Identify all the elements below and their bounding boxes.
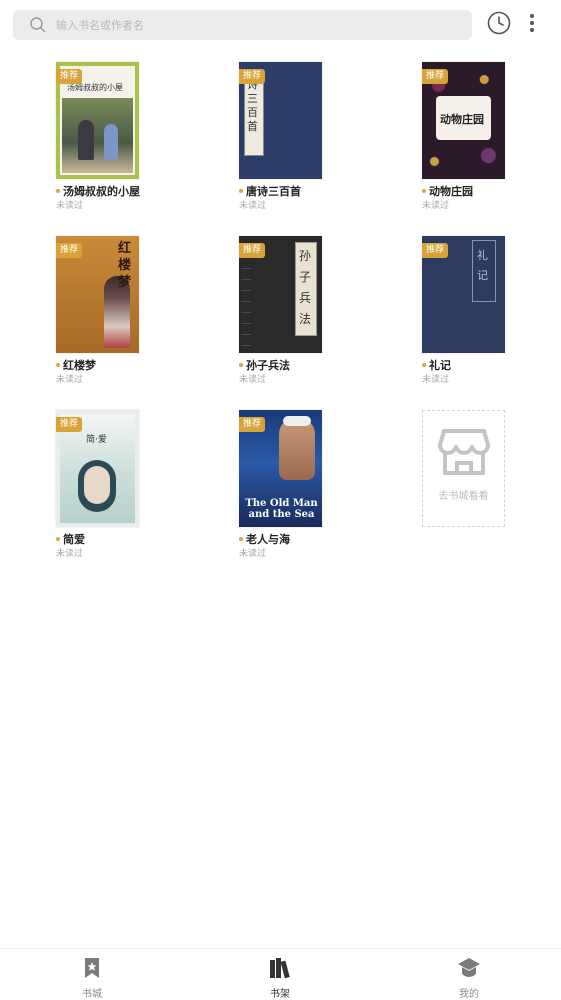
cover-title: 动物庄园 <box>440 113 484 126</box>
book-title: 汤姆叔叔的小屋 <box>63 185 140 198</box>
unread-dot <box>239 363 243 367</box>
book-cover: 红楼梦 推荐 <box>56 236 139 353</box>
cover-title: 红楼梦 <box>118 241 132 290</box>
recommend-tag: 推荐 <box>56 69 83 84</box>
book-title: 唐诗三百首 <box>246 185 301 198</box>
cover-title: The Old Man and the Sea <box>245 498 318 520</box>
unread-dot <box>422 189 426 193</box>
book-item[interactable]: 孙子兵法 推荐 孙子兵法 未读过 <box>239 236 335 386</box>
more-vert-icon <box>529 13 535 37</box>
read-status: 未读过 <box>56 549 84 559</box>
book-cover: 诗三百首 推荐 <box>239 62 322 179</box>
cover-title: 诗三百首 <box>247 78 258 133</box>
read-status: 未读过 <box>239 201 267 211</box>
recommend-tag: 推荐 <box>239 417 266 432</box>
recommend-tag: 推荐 <box>422 243 449 258</box>
nav-mine[interactable]: 我的 <box>439 957 499 1000</box>
recommend-tag: 推荐 <box>239 243 266 258</box>
bookshelf-icon <box>269 957 291 983</box>
book-item[interactable]: The Old Man and the Sea 推荐 老人与海 未读过 <box>239 410 335 560</box>
book-item[interactable]: 诗三百首 推荐 唐诗三百首 未读过 <box>239 62 335 212</box>
nav-label: 书城 <box>82 989 102 1000</box>
unread-dot <box>239 537 243 541</box>
book-item[interactable]: 汤姆叔叔的小屋 推荐 汤姆叔叔的小屋 未读过 <box>56 62 152 212</box>
read-status: 未读过 <box>56 201 84 211</box>
search-icon <box>29 16 47 34</box>
recommend-tag: 推荐 <box>56 417 83 432</box>
search-bar[interactable] <box>13 10 472 40</box>
nav-bookshelf[interactable]: 书架 <box>250 957 310 1000</box>
cover-title: 简·爱 <box>86 435 107 445</box>
book-cover: 动物庄园 推荐 <box>422 62 505 179</box>
book-cover: 汤姆叔叔的小屋 推荐 <box>56 62 139 179</box>
unread-dot <box>56 537 60 541</box>
read-status: 未读过 <box>239 375 267 385</box>
unread-dot <box>56 189 60 193</box>
book-item[interactable]: 简·爱 推荐 简爱 未读过 <box>56 410 152 560</box>
book-item[interactable]: 动物庄园 推荐 动物庄园 未读过 <box>422 62 518 212</box>
book-title: 礼记 <box>429 359 451 372</box>
book-item[interactable]: 红楼梦 推荐 红楼梦 未读过 <box>56 236 152 386</box>
nav-label: 我的 <box>459 989 479 1000</box>
book-title: 孙子兵法 <box>246 359 290 372</box>
read-status: 未读过 <box>422 375 450 385</box>
go-to-store-card[interactable]: 去书城看看 <box>422 410 505 527</box>
more-button[interactable] <box>522 12 542 38</box>
book-title: 简爱 <box>63 533 85 546</box>
book-title: 动物庄园 <box>429 185 473 198</box>
recommend-tag: 推荐 <box>422 69 449 84</box>
unread-dot <box>239 189 243 193</box>
store-icon <box>437 427 490 481</box>
read-status: 未读过 <box>239 549 267 559</box>
history-button[interactable] <box>486 10 512 40</box>
bookmark-icon <box>83 957 101 983</box>
read-status: 未读过 <box>56 375 84 385</box>
recommend-tag: 推荐 <box>239 69 266 84</box>
top-bar <box>0 0 561 52</box>
search-input[interactable] <box>56 18 436 32</box>
book-title: 老人与海 <box>246 533 290 546</box>
book-title: 红楼梦 <box>63 359 96 372</box>
unread-dot <box>422 363 426 367</box>
recommend-tag: 推荐 <box>56 243 83 258</box>
bottom-nav: 书城 书架 我的 <box>0 948 561 1000</box>
clock-icon <box>486 10 512 40</box>
nav-bookstore[interactable]: 书城 <box>62 957 122 1000</box>
graduation-cap-icon <box>457 957 481 983</box>
book-item[interactable]: 礼记 推荐 礼记 未读过 <box>422 236 518 386</box>
cover-title: 孙子兵法 <box>299 249 312 326</box>
book-cover: 孙子兵法 推荐 <box>239 236 322 353</box>
bookshelf-screen: 汤姆叔叔的小屋 推荐 汤姆叔叔的小屋 未读过 诗三百首 推荐 唐诗三百首 未读过… <box>0 0 561 1000</box>
go-to-store-label: 去书城看看 <box>438 491 489 502</box>
book-cover: 礼记 推荐 <box>422 236 505 353</box>
book-cover: 简·爱 推荐 <box>56 410 139 527</box>
cover-title: 礼记 <box>477 249 488 282</box>
nav-label: 书架 <box>270 989 290 1000</box>
read-status: 未读过 <box>422 201 450 211</box>
unread-dot <box>56 363 60 367</box>
book-cover: The Old Man and the Sea 推荐 <box>239 410 322 527</box>
